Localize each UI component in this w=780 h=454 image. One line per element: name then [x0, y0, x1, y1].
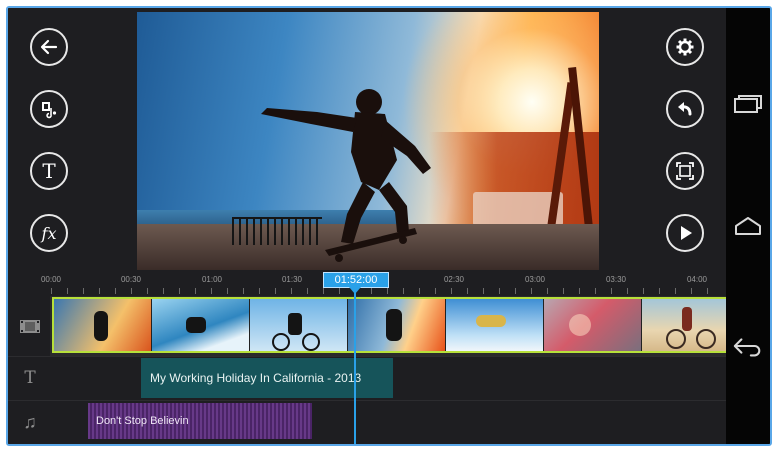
ruler-tick: [195, 288, 196, 294]
media-library-icon[interactable]: [30, 90, 68, 128]
ruler-tick: [323, 288, 324, 294]
ruler-tick: [707, 288, 708, 294]
time-ruler[interactable]: 00:00 00:30 01:00 01:30 02:30 03:00 03:3…: [8, 270, 726, 296]
current-timecode: 01:52:00: [323, 272, 389, 288]
ruler-tick: [259, 288, 260, 294]
ruler-tick: [83, 288, 84, 294]
fullscreen-frame-icon[interactable]: [666, 152, 704, 190]
skateboarder-silhouette: [261, 89, 431, 262]
ruler-tick: [387, 288, 388, 294]
ruler-label: 02:30: [443, 275, 465, 284]
ruler-label: 00:00: [40, 275, 62, 284]
ruler-tick: [403, 288, 404, 294]
ruler-tick: [675, 288, 676, 294]
gear-icon[interactable]: [666, 28, 704, 66]
ruler-tick: [691, 288, 692, 294]
video-thumbnail[interactable]: [250, 299, 348, 351]
ruler-tick: [227, 288, 228, 294]
back-arrow-icon[interactable]: [30, 28, 68, 66]
back-icon[interactable]: [732, 330, 764, 362]
recent-apps-icon[interactable]: [732, 88, 764, 120]
audio-clip-label: Don't Stop Believin: [96, 415, 189, 427]
ruler-tick: [435, 288, 436, 294]
video-thumbnail[interactable]: [152, 299, 250, 351]
ruler-tick: [531, 288, 532, 294]
track-divider: [8, 400, 726, 401]
track-divider: [8, 356, 726, 357]
ruler-tick: [579, 288, 580, 294]
ruler-tick: [499, 288, 500, 294]
ruler-label: 01:00: [201, 275, 223, 284]
video-thumbnail[interactable]: [54, 299, 152, 351]
playhead[interactable]: [354, 290, 356, 444]
android-nav-bar: [726, 8, 770, 444]
ruler-tick: [99, 288, 100, 294]
music-track-icon: ♫: [23, 411, 37, 432]
ruler-label: 03:00: [524, 275, 546, 284]
video-thumbnail[interactable]: [446, 299, 544, 351]
ruler-tick: [67, 288, 68, 294]
device-frame: T fx 00:00 00:30 01:00 01:30 02:30 03:00…: [6, 6, 772, 446]
audio-clip[interactable]: Don't Stop Believin: [88, 403, 312, 439]
ruler-tick: [291, 288, 292, 294]
text-title-icon[interactable]: T: [30, 152, 68, 190]
ruler-tick: [547, 288, 548, 294]
ruler-tick: [115, 288, 116, 294]
ruler-tick: [339, 288, 340, 294]
ruler-tick: [131, 288, 132, 294]
ruler-tick: [51, 288, 52, 294]
ruler-tick: [659, 288, 660, 294]
ruler-tick: [147, 288, 148, 294]
ruler-tick: [515, 288, 516, 294]
video-clip[interactable]: [52, 297, 728, 353]
ruler-label: 01:30: [281, 275, 303, 284]
video-track-icon: [16, 312, 44, 340]
video-editor: T fx 00:00 00:30 01:00 01:30 02:30 03:00…: [8, 8, 728, 444]
play-icon[interactable]: [666, 214, 704, 252]
ruler-tick: [611, 288, 612, 294]
ruler-tick: [211, 288, 212, 294]
ruler-tick: [163, 288, 164, 294]
ruler-tick: [243, 288, 244, 294]
ruler-tick: [371, 288, 372, 294]
ruler-tick: [483, 288, 484, 294]
ruler-label: 00:30: [120, 275, 142, 284]
ruler-tick: [563, 288, 564, 294]
video-thumbnail[interactable]: [544, 299, 642, 351]
effects-fx-icon[interactable]: fx: [30, 214, 68, 252]
video-thumbnail[interactable]: [642, 299, 726, 351]
ruler-label: 03:30: [605, 275, 627, 284]
home-icon[interactable]: [732, 210, 764, 242]
ruler-tick: [307, 288, 308, 294]
video-preview[interactable]: [137, 12, 599, 270]
text-track-icon: T: [24, 368, 36, 388]
ruler-tick: [467, 288, 468, 294]
fx-glyph: fx: [41, 223, 57, 243]
ruler-tick: [643, 288, 644, 294]
ruler-tick: [627, 288, 628, 294]
ruler-tick: [419, 288, 420, 294]
text-glyph: T: [42, 159, 56, 183]
ruler-tick: [179, 288, 180, 294]
ruler-label: 04:00: [686, 275, 708, 284]
video-thumbnail[interactable]: [348, 299, 446, 351]
ruler-tick: [451, 288, 452, 294]
ruler-tick: [595, 288, 596, 294]
ruler-tick: [275, 288, 276, 294]
undo-icon[interactable]: [666, 90, 704, 128]
